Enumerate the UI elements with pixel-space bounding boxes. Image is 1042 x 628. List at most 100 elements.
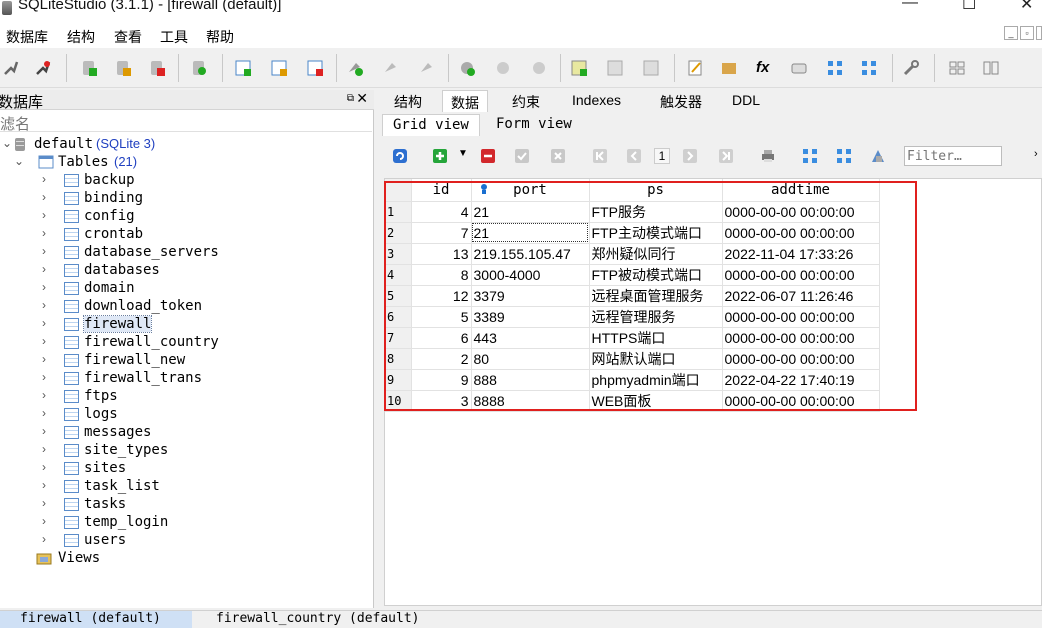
import-data-icon[interactable] (836, 148, 852, 164)
expand-arrow-icon[interactable]: › (42, 352, 46, 366)
snippets-icon[interactable] (860, 59, 878, 77)
menu-help[interactable]: 帮助 (206, 27, 234, 47)
add-view-icon[interactable] (570, 59, 588, 77)
column-header-ps[interactable]: ps (589, 179, 723, 202)
toolbar-overflow-icon[interactable]: › (1034, 148, 1038, 160)
table-row[interactable]: 8 2 80 网站默认端口 0000-00-00 00:00:00 (385, 348, 880, 370)
edit-database-icon[interactable] (114, 59, 132, 77)
cell-ps[interactable]: FTP主动模式端口 (589, 222, 723, 244)
cell-port[interactable]: 443 (471, 327, 590, 349)
config-icon[interactable] (902, 59, 920, 77)
table-row[interactable]: 6 5 3389 远程管理服务 0000-00-00 00:00:00 (385, 306, 880, 328)
cell-id[interactable]: 7 (411, 222, 472, 244)
rollback-icon[interactable] (550, 148, 566, 164)
delete-table-icon[interactable] (306, 59, 324, 77)
row-number[interactable]: 8 (385, 348, 412, 370)
maximize-button[interactable]: ☐ (962, 0, 976, 14)
add-trigger-icon[interactable] (458, 59, 476, 77)
tile-windows-icon[interactable] (948, 59, 966, 77)
expand-arrow-icon[interactable]: › (42, 172, 46, 186)
cell-port[interactable]: 3000-4000 (471, 264, 590, 286)
expand-arrow-icon[interactable]: › (42, 496, 46, 510)
cell-port[interactable]: 3379 (471, 285, 590, 307)
expand-arrow-icon[interactable]: › (42, 442, 46, 456)
add-table-icon[interactable] (234, 59, 252, 77)
close-panel-button[interactable]: ✕ (356, 90, 368, 107)
cell-port[interactable]: 21 (471, 201, 590, 223)
tab-data[interactable]: 数据 (442, 90, 488, 112)
column-header-port[interactable]: port (471, 179, 590, 202)
cell-ps[interactable]: WEB面板 (589, 390, 723, 412)
expand-arrow-icon[interactable]: › (42, 316, 46, 330)
cell-addtime[interactable]: 0000-00-00 00:00:00 (722, 222, 880, 244)
tab-structure[interactable]: 结构 (386, 90, 430, 112)
remove-database-icon[interactable] (148, 59, 166, 77)
export-icon[interactable] (802, 148, 818, 164)
table-row[interactable]: 5 12 3379 远程桌面管理服务 2022-06-07 11:26:46 (385, 285, 880, 307)
close-button[interactable]: ✕ (1020, 0, 1033, 14)
cell-ps[interactable]: 网站默认端口 (589, 348, 723, 370)
grid-filter-field[interactable] (905, 147, 1001, 165)
cell-addtime[interactable]: 2022-04-22 17:40:19 (722, 369, 880, 391)
refresh-database-icon[interactable] (190, 59, 208, 77)
float-panel-button[interactable]: ⧉ (347, 93, 354, 104)
previous-page-icon[interactable] (626, 148, 642, 164)
table-row[interactable]: 9 9 888 phpmyadmin端口 2022-04-22 17:40:19 (385, 369, 880, 391)
menu-tools[interactable]: 工具 (160, 27, 188, 47)
cell-addtime[interactable]: 0000-00-00 00:00:00 (722, 348, 880, 370)
cell-id[interactable]: 8 (411, 264, 472, 286)
row-number[interactable]: 10 (385, 390, 412, 412)
cell-port[interactable]: 80 (471, 348, 590, 370)
commit-icon[interactable] (514, 148, 530, 164)
cell-ps[interactable]: FTP服务 (589, 201, 723, 223)
tab-ddl[interactable]: DDL (724, 90, 768, 112)
extensions-icon[interactable] (826, 59, 844, 77)
cell-ps[interactable]: 远程桌面管理服务 (589, 285, 723, 307)
cell-addtime[interactable]: 0000-00-00 00:00:00 (722, 327, 880, 349)
row-number[interactable]: 9 (385, 369, 412, 391)
expand-arrow-icon[interactable]: › (42, 208, 46, 222)
cell-id[interactable]: 5 (411, 306, 472, 328)
cell-addtime[interactable]: 0000-00-00 00:00:00 (722, 390, 880, 412)
mdi-close-button[interactable] (1036, 26, 1042, 40)
column-header-id[interactable]: id (411, 179, 472, 202)
cell-addtime[interactable]: 2022-11-04 17:33:26 (722, 243, 880, 265)
tab-form-view[interactable]: Form view (486, 114, 582, 136)
cell-id[interactable]: 2 (411, 348, 472, 370)
window-tab-firewall[interactable]: firewall (default) (0, 611, 192, 628)
delete-trigger-icon[interactable] (530, 59, 548, 77)
table-row[interactable]: 7 6 443 HTTPS端口 0000-00-00 00:00:00 (385, 327, 880, 349)
minimize-button[interactable]: — (902, 0, 918, 12)
expand-arrow-icon[interactable]: › (42, 424, 46, 438)
table-row[interactable]: 1 4 21 FTP服务 0000-00-00 00:00:00 (385, 201, 880, 223)
edit-table-icon[interactable] (270, 59, 288, 77)
expand-arrow-icon[interactable]: › (42, 388, 46, 402)
row-number[interactable]: 4 (385, 264, 412, 286)
refresh-icon[interactable] (392, 148, 408, 164)
cascade-windows-icon[interactable] (982, 59, 1000, 77)
cell-id[interactable]: 9 (411, 369, 472, 391)
cell-id[interactable]: 4 (411, 201, 472, 223)
page-number[interactable]: 1 (654, 148, 670, 164)
menu-view[interactable]: 查看 (114, 27, 142, 47)
cell-addtime[interactable]: 0000-00-00 00:00:00 (722, 201, 880, 223)
functions-icon[interactable]: fx (756, 59, 774, 77)
row-number[interactable]: 6 (385, 306, 412, 328)
cell-id[interactable]: 12 (411, 285, 472, 307)
sql-editor-icon[interactable] (686, 59, 704, 77)
expand-arrow-icon[interactable]: › (42, 190, 46, 204)
connect-icon[interactable] (2, 59, 20, 77)
table-row[interactable]: 3 13 219.155.105.47 郑州疑似同行 2022-11-04 17:33:… (385, 243, 880, 265)
row-number[interactable]: 1 (385, 201, 412, 223)
last-page-icon[interactable] (718, 148, 734, 164)
insert-row-icon[interactable] (432, 148, 448, 164)
first-page-icon[interactable] (592, 148, 608, 164)
cell-id[interactable]: 6 (411, 327, 472, 349)
expand-arrow-icon[interactable]: › (42, 262, 46, 276)
delete-row-icon[interactable] (480, 148, 496, 164)
import-icon[interactable] (720, 59, 738, 77)
cell-port[interactable]: 21 (471, 222, 590, 244)
cell-addtime[interactable]: 0000-00-00 00:00:00 (722, 264, 880, 286)
mdi-restore-button[interactable]: ▫ (1020, 26, 1034, 40)
row-number[interactable]: 3 (385, 243, 412, 265)
